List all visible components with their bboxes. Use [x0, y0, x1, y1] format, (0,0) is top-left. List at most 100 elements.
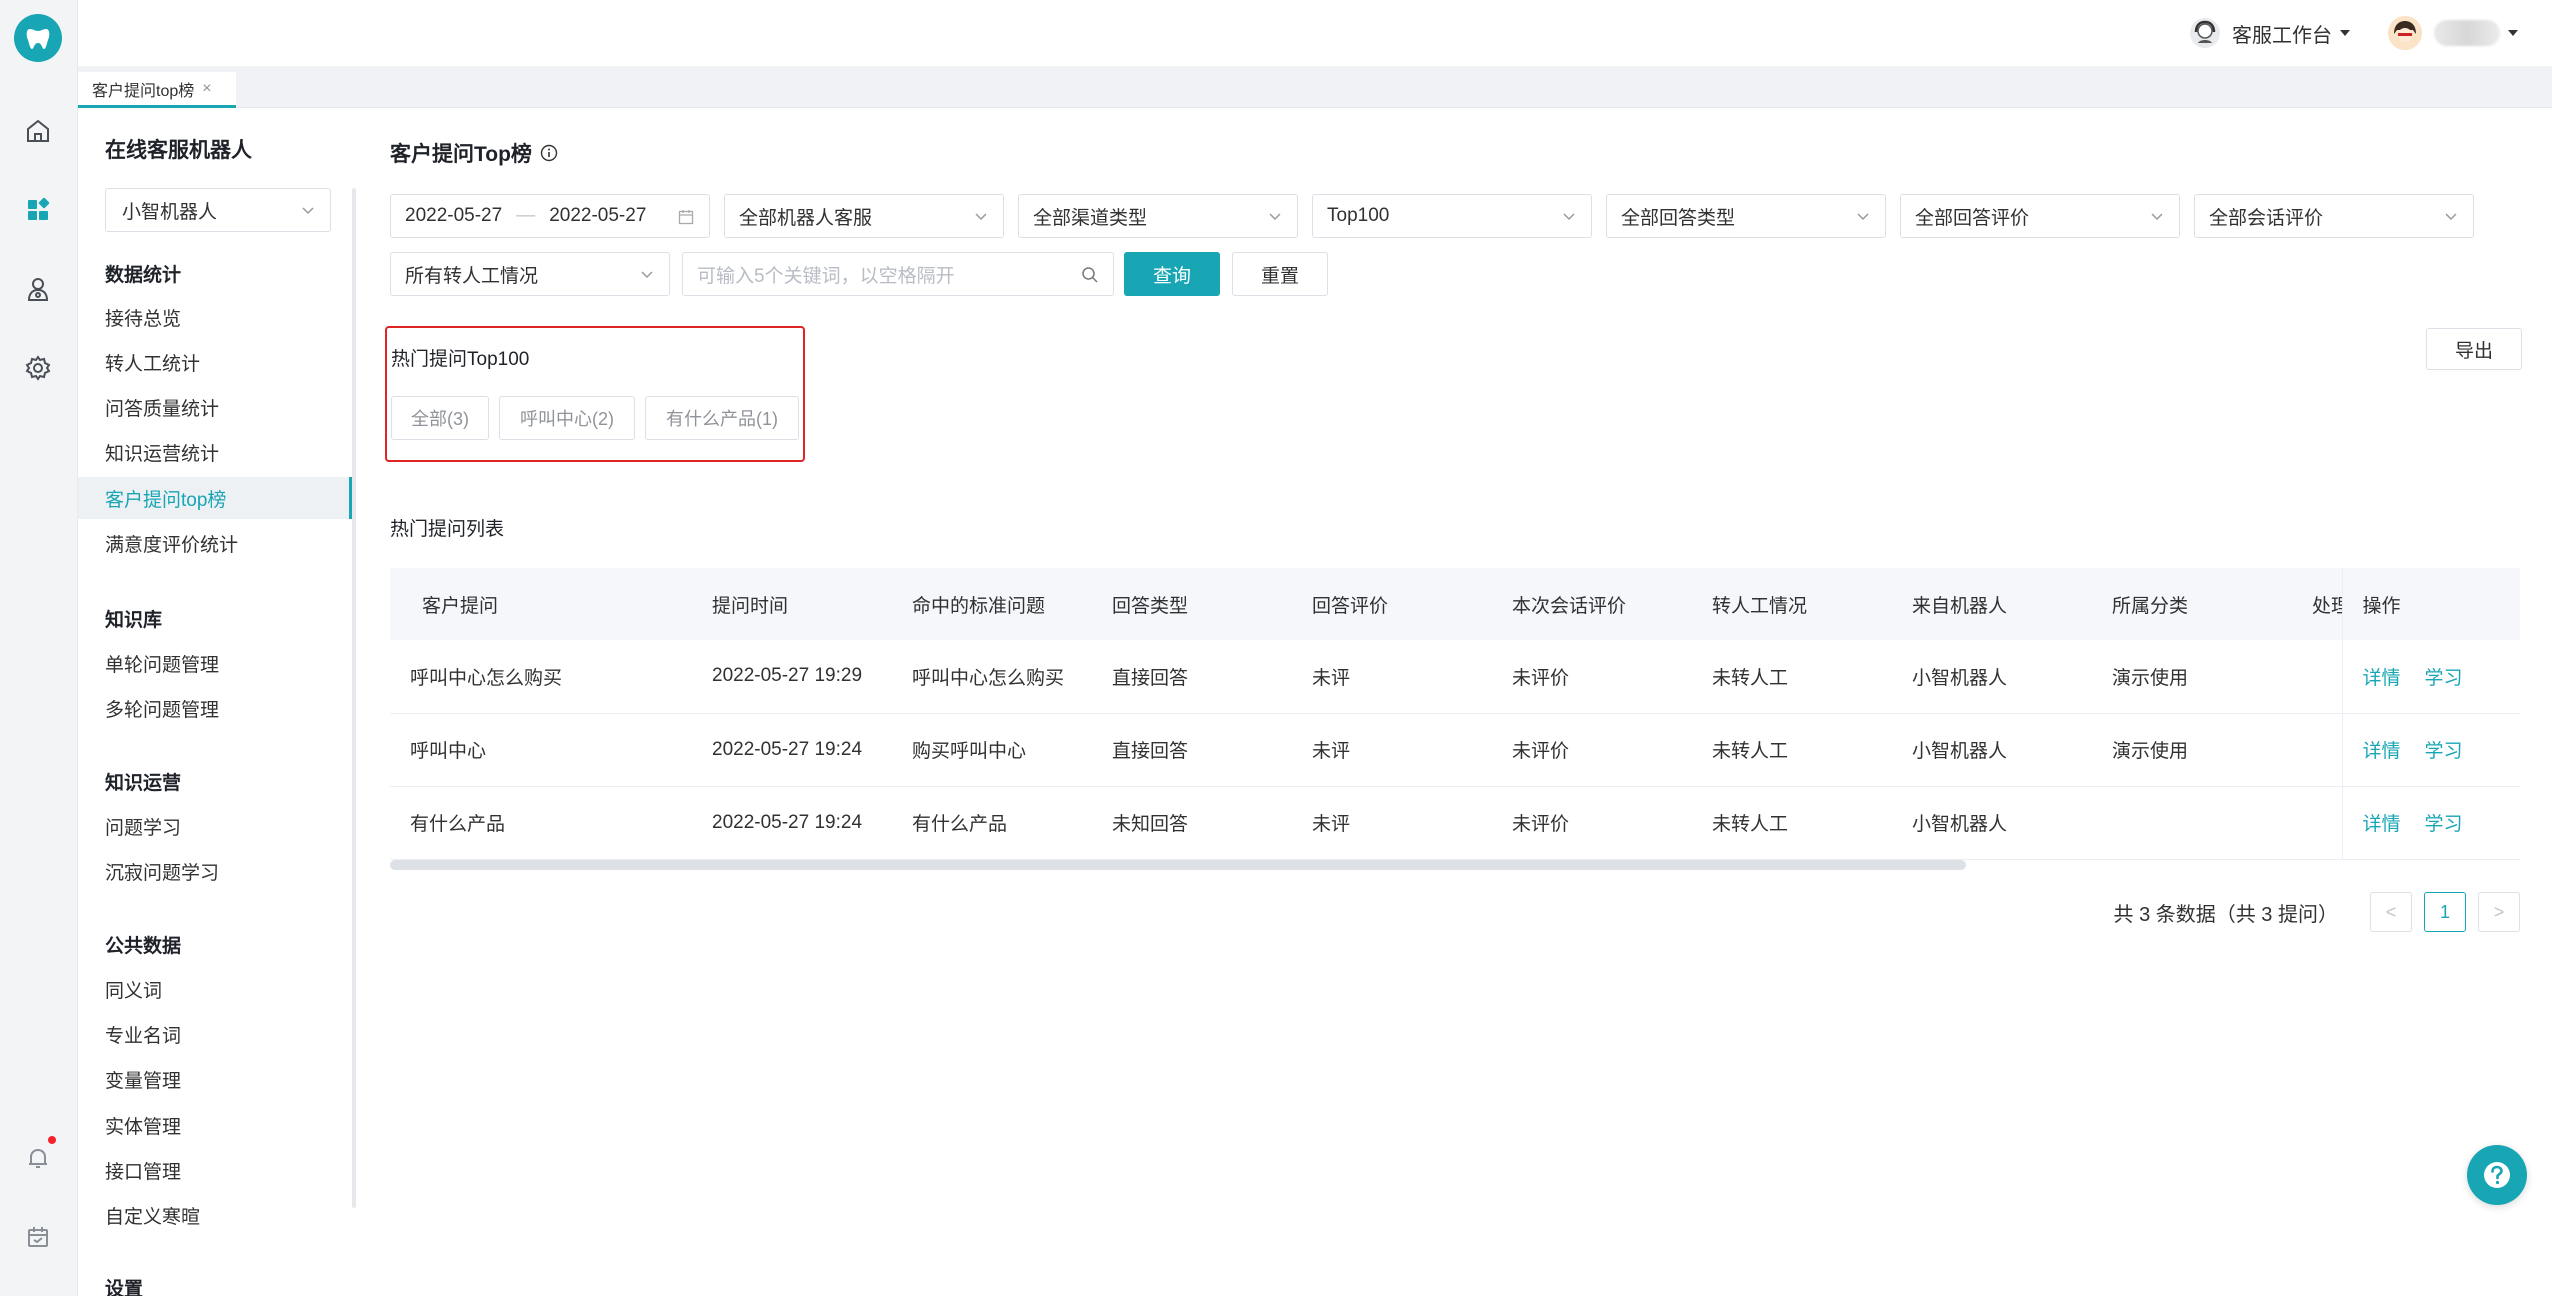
app-root: 客服工作台 客户提问top榜 × 在线客服机器人 小智机器人 数据统计 接待总览: [0, 0, 2552, 1296]
sidebar-item-interfaces[interactable]: 接口管理: [78, 1149, 352, 1191]
sidebar-item-customer-top[interactable]: 客户提问top榜: [78, 477, 352, 519]
col-header: 客户提问: [390, 568, 712, 640]
home-icon[interactable]: [19, 112, 57, 150]
col-header: 本次会话评价: [1512, 568, 1712, 640]
cell-time: 2022-05-27 19:29: [712, 640, 912, 714]
tab-label: 客户提问top榜: [92, 82, 195, 100]
channel-filter-value: 全部渠道类型: [1033, 207, 1148, 229]
cell-actions: 详情 学习: [2341, 640, 2520, 714]
date-range-picker[interactable]: 2022-05-27 — 2022-05-27: [390, 194, 710, 238]
cell-standard-question: 有什么产品: [912, 786, 1112, 860]
help-question-icon[interactable]: [2467, 1145, 2527, 1205]
reset-button[interactable]: 重置: [1232, 252, 1328, 296]
chip-call-center[interactable]: 呼叫中心(2): [499, 396, 635, 440]
sidebar-item-terms[interactable]: 专业名词: [78, 1013, 352, 1055]
cell-answer-type: 直接回答: [1112, 640, 1312, 714]
table-horizontal-scrollbar[interactable]: [390, 860, 1966, 870]
detail-link[interactable]: 详情: [2363, 668, 2401, 689]
page-title-text: 客户提问Top榜: [390, 143, 532, 166]
prev-page-button[interactable]: <: [2370, 892, 2412, 932]
date-separator: —: [516, 205, 536, 226]
cell-actions: 详情 学习: [2341, 713, 2520, 787]
channel-filter-select[interactable]: 全部渠道类型: [1018, 194, 1298, 238]
col-header: 命中的标准问题: [912, 568, 1112, 640]
cell-actions: 详情 学习: [2341, 786, 2520, 860]
tab-customer-top[interactable]: 客户提问top榜 ×: [78, 72, 236, 108]
keyword-search-input[interactable]: 可输入5个关键词，以空格隔开: [682, 252, 1114, 296]
learn-link[interactable]: 学习: [2425, 668, 2463, 689]
workbench-menu[interactable]: 客服工作台: [2188, 16, 2350, 50]
cell-category: 演示使用: [2112, 640, 2312, 714]
sidebar-item-single-turn[interactable]: 单轮问题管理: [78, 642, 352, 684]
detail-link[interactable]: 详情: [2363, 814, 2401, 835]
tooth-logo-icon[interactable]: [14, 14, 62, 62]
cell-session-rating: 未评价: [1512, 713, 1712, 787]
dashboard-icon[interactable]: [19, 191, 57, 229]
user-avatar: [2388, 16, 2422, 50]
answer-type-filter-select[interactable]: 全部回答类型: [1606, 194, 1886, 238]
top-filter-value: Top100: [1327, 205, 1390, 226]
robot-filter-select[interactable]: 全部机器人客服: [724, 194, 1004, 238]
robot-select-value: 小智机器人: [122, 201, 218, 223]
sidebar-item-satisfaction[interactable]: 满意度评价统计: [78, 522, 352, 564]
sidebar-item-multi-turn[interactable]: 多轮问题管理: [78, 687, 352, 729]
bell-icon[interactable]: [19, 1139, 57, 1177]
cell-robot: 小智机器人: [1912, 640, 2112, 714]
sidebar-item-silent-learning[interactable]: 沉寂问题学习: [78, 850, 352, 892]
search-icon[interactable]: [1081, 266, 1099, 284]
sidebar-item-reception-overview[interactable]: 接待总览: [78, 296, 352, 338]
col-header: 来自机器人: [1912, 568, 2112, 640]
sidebar-item-qa-quality[interactable]: 问答质量统计: [78, 386, 352, 428]
cell-category: [2112, 786, 2312, 860]
robot-filter-value: 全部机器人客服: [739, 207, 873, 229]
calendar-icon[interactable]: [19, 1218, 57, 1256]
next-page-button[interactable]: >: [2478, 892, 2520, 932]
username-blurred: [2434, 20, 2500, 46]
notification-dot: [48, 1136, 56, 1144]
answer-rating-filter-select[interactable]: 全部回答评价: [1900, 194, 2180, 238]
sidebar-item-entities[interactable]: 实体管理: [78, 1104, 352, 1146]
user-menu[interactable]: [2388, 16, 2518, 50]
top-header: 客服工作台: [78, 0, 2552, 66]
sidebar: 在线客服机器人 小智机器人 数据统计 接待总览 转人工统计 问答质量统计 知识运…: [78, 108, 356, 1296]
pagination-total: 共 3 条数据（共 3 提问）: [2113, 903, 2338, 926]
tab-bar: 客户提问top榜 ×: [78, 66, 2552, 108]
learn-link[interactable]: 学习: [2425, 741, 2463, 762]
detail-link[interactable]: 详情: [2363, 741, 2401, 762]
query-button[interactable]: 查询: [1124, 252, 1220, 296]
cell-transfer: 未转人工: [1712, 713, 1912, 787]
group-knowledge-base: 知识库: [105, 610, 163, 631]
close-icon[interactable]: ×: [202, 80, 211, 98]
sidebar-scrollbar[interactable]: [352, 188, 356, 1208]
top-filter-select[interactable]: Top100: [1312, 194, 1592, 238]
sidebar-item-question-learning[interactable]: 问题学习: [78, 805, 352, 847]
main-content: 客户提问Top榜 2022-05-27 — 2022-05-27 全部机器人客服…: [358, 108, 2552, 1296]
cell-answer-rating: 未评: [1312, 786, 1512, 860]
robot-select[interactable]: 小智机器人: [105, 188, 331, 232]
table-row: 有什么产品 2022-05-27 19:24 有什么产品 未知回答 未评 未评价…: [390, 786, 2520, 860]
cell-standard-question: 呼叫中心怎么购买: [912, 640, 1112, 714]
col-header-actions: 操作: [2341, 568, 2520, 640]
session-rating-filter-select[interactable]: 全部会话评价: [2194, 194, 2474, 238]
sidebar-title: 在线客服机器人: [105, 139, 252, 162]
sidebar-item-variables[interactable]: 变量管理: [78, 1058, 352, 1100]
info-icon[interactable]: [540, 144, 558, 162]
learn-link[interactable]: 学习: [2425, 814, 2463, 835]
transfer-filter-select[interactable]: 所有转人工情况: [390, 252, 670, 296]
sidebar-item-knowledge-ops-stats[interactable]: 知识运营统计: [78, 431, 352, 473]
chip-all[interactable]: 全部(3): [391, 396, 489, 440]
sidebar-item-synonyms[interactable]: 同义词: [78, 968, 352, 1010]
cell-question: 呼叫中心: [390, 713, 712, 787]
cell-answer-type: 未知回答: [1112, 786, 1312, 860]
sidebar-item-transfer-stats[interactable]: 转人工统计: [78, 341, 352, 383]
page-1-button[interactable]: 1: [2424, 892, 2466, 932]
col-header: 转人工情况: [1712, 568, 1912, 640]
cell-time: 2022-05-27 19:24: [712, 786, 912, 860]
export-button[interactable]: 导出: [2426, 328, 2522, 370]
chip-products[interactable]: 有什么产品(1): [645, 396, 799, 440]
sidebar-item-custom-smalltalk[interactable]: 自定义寒暄: [78, 1194, 352, 1236]
settings-gear-icon[interactable]: [19, 349, 57, 387]
agent-icon[interactable]: [19, 270, 57, 308]
calendar-icon: [678, 210, 694, 225]
transfer-filter-value: 所有转人工情况: [405, 265, 539, 287]
